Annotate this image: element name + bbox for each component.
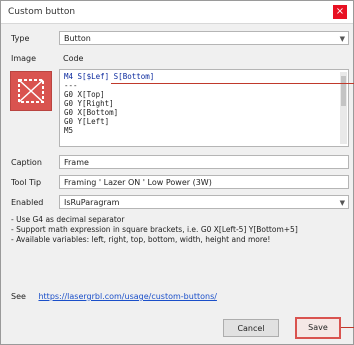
tooltip-label: Tool Tip: [11, 178, 42, 187]
save-button[interactable]: Save: [295, 317, 341, 339]
type-select[interactable]: Button ▼: [59, 31, 349, 45]
enabled-label: Enabled: [11, 198, 44, 207]
cancel-button[interactable]: Cancel: [223, 319, 279, 337]
title-bar: Custom button ×: [1, 1, 353, 24]
annotation-line: [341, 327, 354, 328]
type-value: Button: [64, 34, 91, 43]
see-also: See https://lasergrbl.com/usage/custom-b…: [11, 292, 217, 301]
frame-icon: [18, 79, 44, 103]
annotation-line: [111, 83, 354, 84]
close-icon[interactable]: ×: [333, 5, 347, 19]
custom-button-dialog: Custom button × Type Button ▼ Image Code…: [0, 0, 354, 345]
type-label: Type: [11, 34, 30, 43]
help-note: - Use G4 as decimal separator: [11, 215, 125, 224]
caption-input[interactable]: Frame: [59, 155, 349, 169]
image-value: Code: [63, 54, 84, 63]
chevron-down-icon: ▼: [339, 35, 345, 43]
help-note: - Available variables: left, right, top,…: [11, 235, 271, 244]
tooltip-input[interactable]: Framing ' Lazer ON ' Low Power (3W): [59, 175, 349, 189]
button-image-preview[interactable]: [10, 71, 52, 111]
script-line: M4 S[$Lef] S[Bottom]: [64, 72, 155, 81]
chevron-down-icon: ▼: [339, 199, 345, 207]
dialog-title: Custom button: [8, 7, 76, 17]
script-line: G0 Y[Right]: [64, 99, 114, 108]
script-line: G0 X[Top]: [64, 90, 105, 99]
image-label: Image: [11, 54, 37, 63]
scrollbar-thumb[interactable]: [341, 76, 346, 106]
caption-label: Caption: [11, 158, 42, 167]
enabled-value: IsRuParagram: [64, 198, 120, 207]
script-line: G0 Y[Left]: [64, 117, 110, 126]
gcode-script-editor[interactable]: M4 S[$Lef] S[Bottom] --- G0 X[Top] G0 Y[…: [59, 69, 349, 147]
help-note: - Support math expression in square brac…: [11, 225, 298, 234]
script-line: G0 X[Bottom]: [64, 108, 119, 117]
see-label: See: [11, 292, 26, 301]
help-notes: - Use G4 as decimal separator - Support …: [11, 215, 347, 245]
script-line: M5: [64, 126, 74, 135]
help-link[interactable]: https://lasergrbl.com/usage/custom-butto…: [38, 292, 216, 301]
enabled-select[interactable]: IsRuParagram ▼: [59, 195, 349, 209]
